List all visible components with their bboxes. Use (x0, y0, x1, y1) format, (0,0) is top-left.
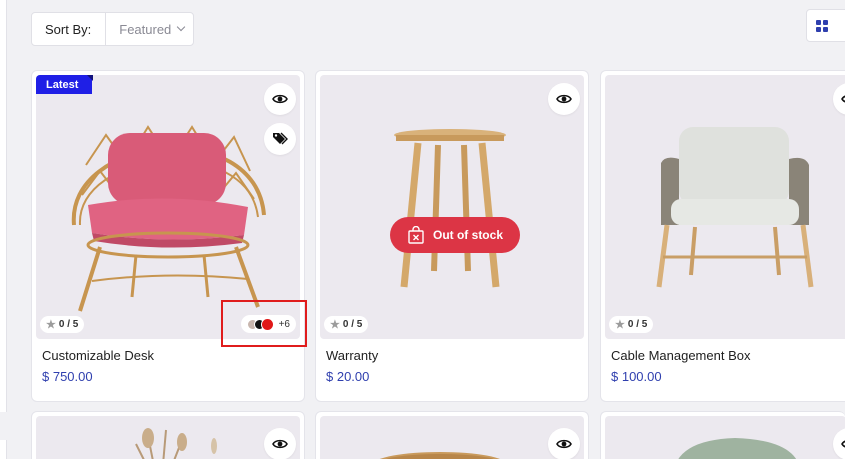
product-image[interactable] (36, 416, 300, 459)
chevron-down-icon (177, 22, 186, 32)
sidebar-edge (0, 0, 7, 412)
eye-icon (556, 94, 572, 104)
sort-dropdown[interactable]: Featured (106, 21, 186, 37)
product-image[interactable] (320, 416, 584, 459)
swatch-highlight-box (221, 300, 307, 347)
out-of-stock-badge: Out of stock (390, 217, 520, 253)
product-image[interactable]: ★ 0 / 5 (605, 75, 845, 339)
eye-icon (556, 439, 572, 449)
tags-icon (273, 132, 288, 145)
sort-value: Featured (119, 21, 172, 37)
out-of-stock-label: Out of stock (432, 228, 503, 242)
grid-icon (816, 19, 828, 32)
green-chair-illustration (678, 438, 796, 459)
eye-icon (272, 439, 288, 449)
armchair-illustration (656, 127, 814, 288)
star-icon: ★ (330, 319, 340, 331)
sort-control: Sort By: Featured (31, 12, 194, 46)
product-name[interactable]: Warranty (326, 348, 378, 363)
grid-view-button[interactable] (806, 9, 845, 42)
star-icon: ★ (46, 319, 56, 331)
product-card[interactable]: Out of stock ★ 0 / 5 Warranty $ 20.00 (315, 70, 589, 402)
rating-badge: ★ 0 / 5 (324, 316, 369, 333)
chair-top-illustration (380, 452, 500, 459)
product-price: $ 750.00 (42, 369, 93, 384)
bag-x-icon (408, 226, 424, 244)
eye-icon (272, 94, 288, 104)
product-name[interactable]: Customizable Desk (42, 348, 154, 363)
star-icon: ★ (615, 319, 625, 331)
rating-badge: ★ 0 / 5 (609, 316, 654, 333)
dried-grass-illustration (135, 428, 217, 459)
wooden-stool-illustration (394, 129, 506, 288)
sort-label: Sort By: (32, 13, 107, 45)
rating-badge: ★ 0 / 5 (40, 316, 85, 333)
sidebar-edge-bottom (0, 440, 7, 459)
product-card[interactable]: Latest ★ 0 / 5 +6 Customizable Desk $ 75… (31, 70, 305, 402)
quick-view-button[interactable] (548, 83, 580, 115)
quick-view-button[interactable] (548, 428, 580, 459)
product-card[interactable] (600, 411, 845, 459)
rating-value: 0 / 5 (627, 319, 648, 330)
product-price: $ 100.00 (611, 369, 662, 384)
eye-icon (841, 95, 845, 103)
eye-icon (841, 440, 845, 448)
product-image[interactable]: Out of stock ★ 0 / 5 (320, 75, 584, 339)
product-price: $ 20.00 (326, 369, 370, 384)
product-name[interactable]: Cable Management Box (611, 348, 750, 363)
product-image[interactable] (605, 416, 845, 459)
rating-value: 0 / 5 (58, 319, 79, 330)
product-card[interactable]: ★ 0 / 5 Cable Management Box $ 100.00 (600, 70, 845, 402)
quick-view-button[interactable] (264, 83, 296, 115)
latest-badge: Latest (36, 75, 94, 94)
product-card[interactable] (315, 411, 589, 459)
compare-tag-button[interactable] (264, 123, 296, 155)
rating-value: 0 / 5 (342, 319, 363, 330)
quick-view-button[interactable] (264, 428, 296, 459)
product-card[interactable] (31, 411, 305, 459)
